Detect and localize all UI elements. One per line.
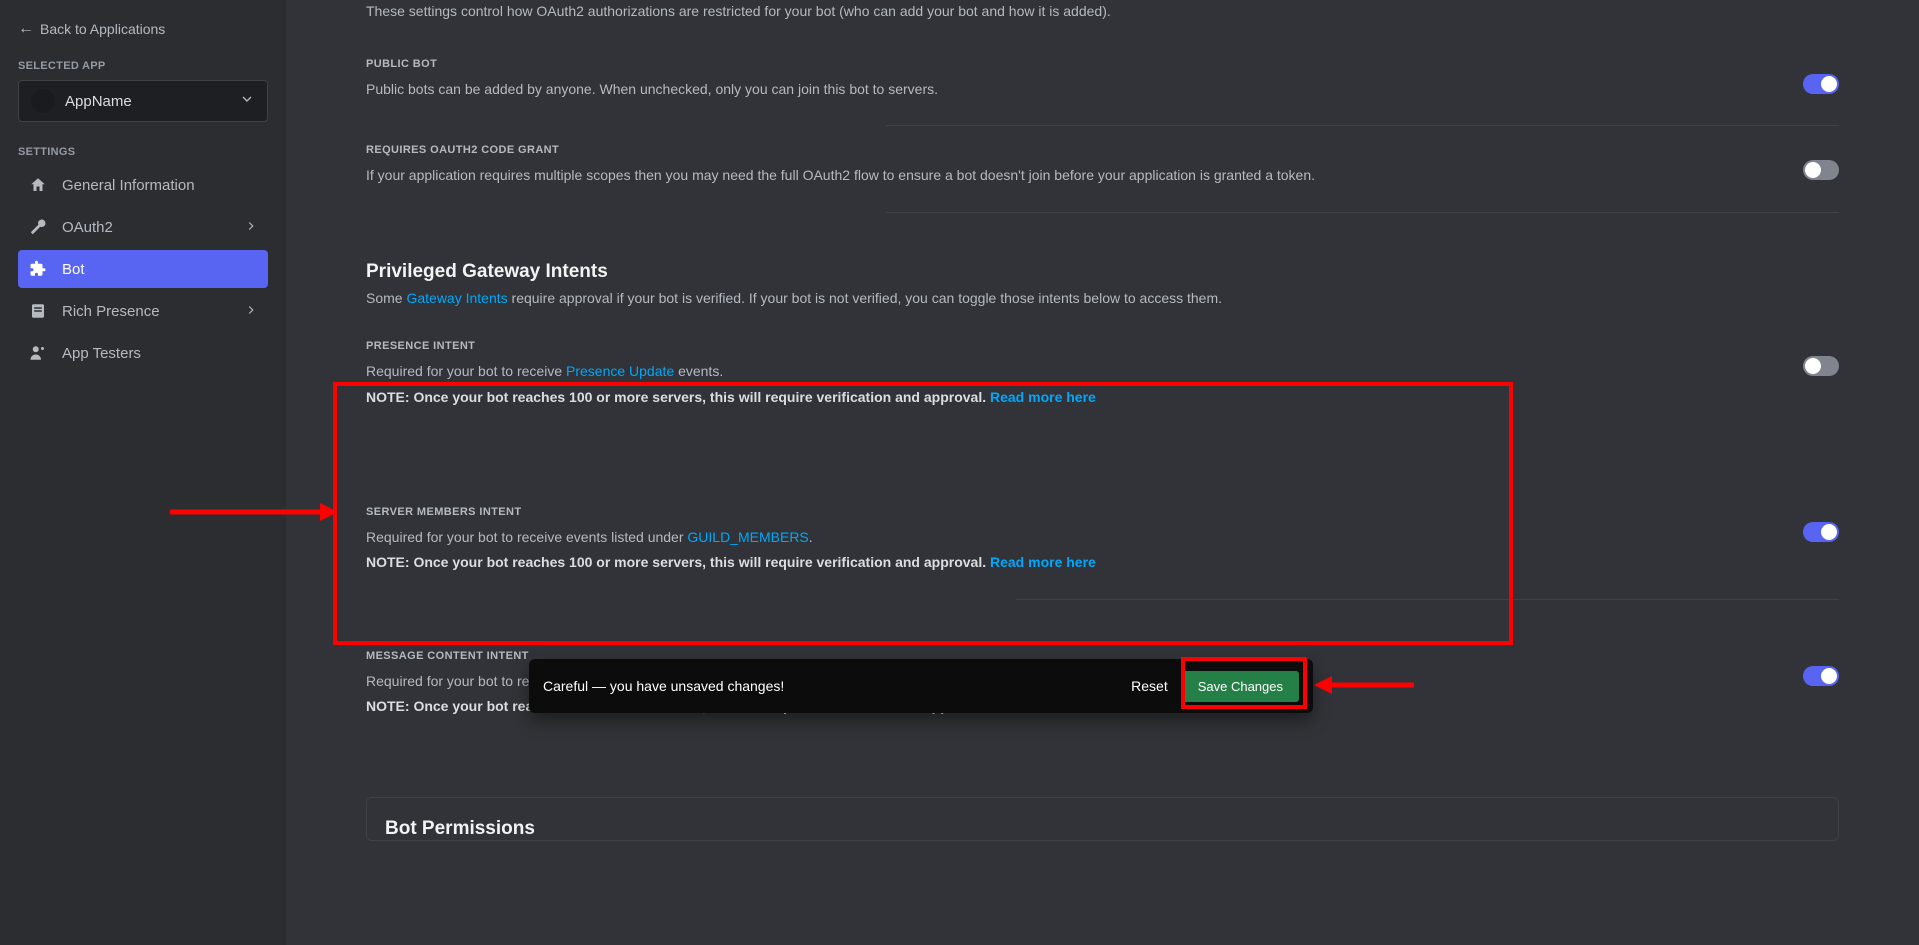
presence-intent-note: NOTE: Once your bot reaches 100 or more … [366, 388, 1839, 408]
app-name-label: AppName [65, 93, 229, 110]
divider [886, 212, 1839, 213]
sidebar-item-label: App Testers [62, 345, 141, 362]
chevron-right-icon [244, 219, 258, 236]
public-bot-label: PUBLIC BOT [366, 58, 1839, 70]
app-selector[interactable]: AppName [18, 80, 268, 122]
presence-intent-desc: Required for your bot to receive Presenc… [366, 362, 1839, 382]
sidebar-item-label: Bot [62, 261, 85, 278]
wrench-icon [28, 217, 48, 237]
oauth-grant-desc: If your application requires multiple sc… [366, 166, 1839, 186]
oauth-grant-label: REQUIRES OAUTH2 CODE GRANT [366, 144, 1839, 156]
bot-permissions-title: Bot Permissions [385, 818, 1820, 840]
oauth-grant-field: REQUIRES OAUTH2 CODE GRANT If your appli… [366, 144, 1839, 186]
server-members-intent-note: NOTE: Once your bot reaches 100 or more … [366, 553, 1839, 573]
server-members-intent-toggle[interactable] [1803, 522, 1839, 542]
divider [886, 125, 1839, 126]
server-members-intent-label: SERVER MEMBERS INTENT [366, 506, 1839, 518]
oauth-grant-toggle[interactable] [1803, 160, 1839, 180]
intents-section-title: Privileged Gateway Intents [366, 261, 1839, 283]
public-bot-desc: Public bots can be added by anyone. When… [366, 80, 1839, 100]
sidebar-item-label: General Information [62, 177, 195, 194]
public-bot-toggle[interactable] [1803, 74, 1839, 94]
server-members-intent-field: SERVER MEMBERS INTENT Required for your … [366, 506, 1839, 573]
home-icon [28, 175, 48, 195]
read-more-link[interactable]: Read more here [990, 554, 1096, 570]
puzzle-icon [28, 259, 48, 279]
sidebar-item-bot[interactable]: Bot [18, 250, 268, 288]
chevron-down-icon [239, 91, 255, 112]
gateway-intents-link[interactable]: Gateway Intents [406, 290, 507, 306]
chevron-right-icon [244, 303, 258, 320]
public-bot-field: PUBLIC BOT Public bots can be added by a… [366, 58, 1839, 100]
sidebar-item-label: OAuth2 [62, 219, 113, 236]
settings-header: SETTINGS [18, 146, 268, 158]
bot-permissions-panel: Bot Permissions [366, 797, 1839, 841]
sidebar-item-rich-presence[interactable]: Rich Presence [18, 292, 268, 330]
save-changes-button[interactable]: Save Changes [1182, 671, 1299, 702]
main-content: These settings control how OAuth2 author… [286, 0, 1919, 945]
message-content-intent-toggle[interactable] [1803, 666, 1839, 686]
reset-button[interactable]: Reset [1119, 670, 1180, 702]
back-to-applications-link[interactable]: ← Back to Applications [18, 20, 268, 38]
back-label: Back to Applications [40, 21, 165, 37]
read-more-link[interactable]: Read more here [990, 389, 1096, 405]
intro-text: These settings control how OAuth2 author… [366, 2, 1839, 22]
unsaved-changes-text: Careful — you have unsaved changes! [543, 678, 1119, 694]
sidebar-item-general-information[interactable]: General Information [18, 166, 268, 204]
selected-app-header: SELECTED APP [18, 60, 268, 72]
unsaved-changes-bar: Careful — you have unsaved changes! Rese… [529, 659, 1313, 713]
presence-intent-label: PRESENCE INTENT [366, 340, 1839, 352]
sidebar-item-oauth2[interactable]: OAuth2 [18, 208, 268, 246]
sidebar-item-label: Rich Presence [62, 303, 160, 320]
document-icon [28, 301, 48, 321]
arrow-left-icon: ← [18, 20, 34, 38]
server-members-intent-desc: Required for your bot to receive events … [366, 528, 1839, 548]
guild-members-link[interactable]: GUILD_MEMBERS [687, 529, 808, 545]
app-avatar [31, 89, 55, 113]
presence-update-link[interactable]: Presence Update [566, 363, 674, 379]
sidebar-item-app-testers[interactable]: App Testers [18, 334, 268, 372]
presence-intent-toggle[interactable] [1803, 356, 1839, 376]
intents-section-desc: Some Gateway Intents require approval if… [366, 289, 1839, 309]
person-icon [28, 343, 48, 363]
presence-intent-field: PRESENCE INTENT Required for your bot to… [366, 340, 1839, 407]
sidebar: ← Back to Applications SELECTED APP AppN… [0, 0, 286, 945]
